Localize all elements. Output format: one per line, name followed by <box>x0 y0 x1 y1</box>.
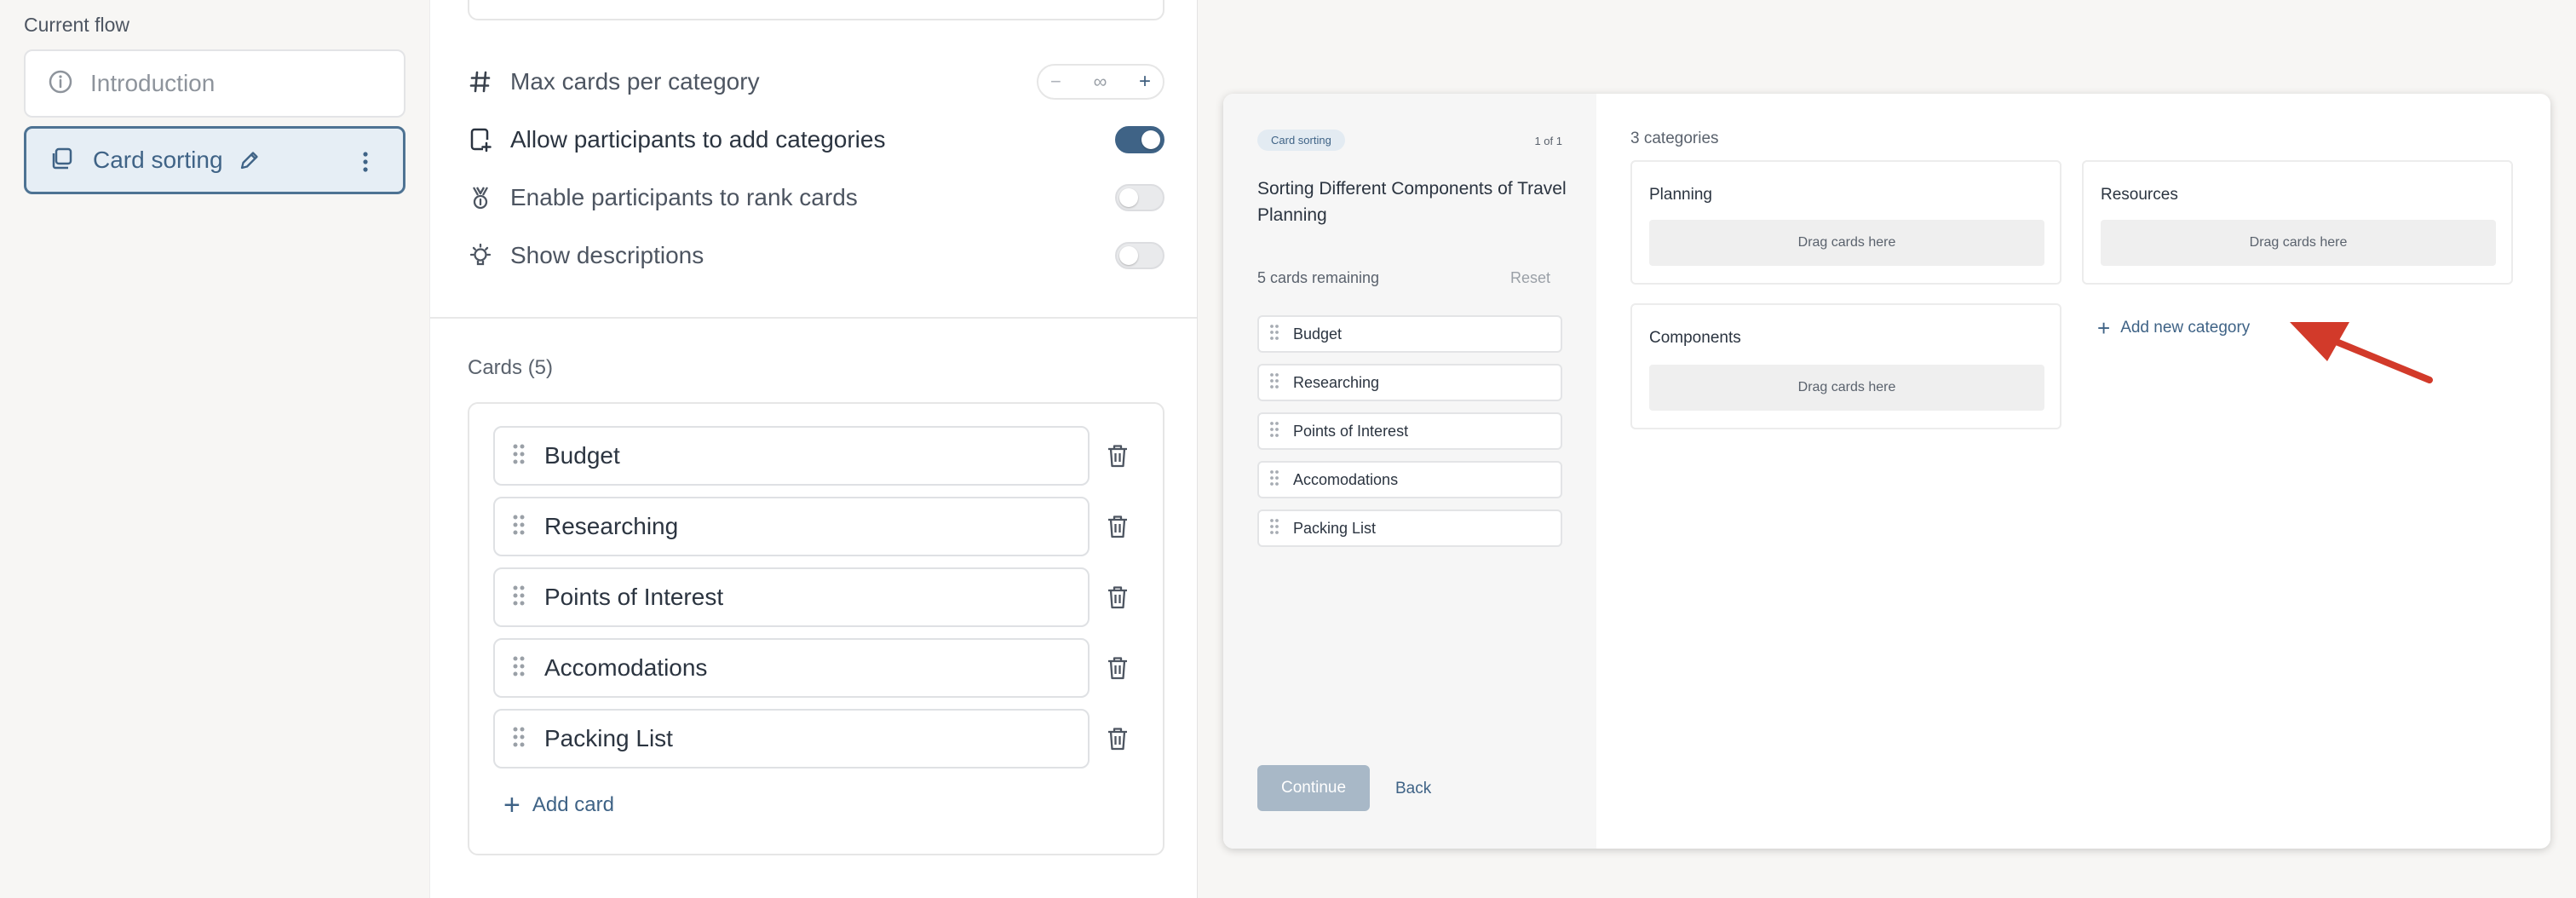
drag-handle-icon[interactable] <box>1269 469 1279 491</box>
cards-remaining: 5 cards remaining <box>1257 269 1380 286</box>
annotation-arrow <box>2290 322 2433 383</box>
add-new-category-label: Add new category <box>2120 319 2251 337</box>
drop-zone[interactable]: Drag cards here <box>1649 220 2044 266</box>
trash-icon[interactable] <box>1103 511 1132 542</box>
cards-header: Cards (5) <box>468 356 554 379</box>
card-row[interactable]: Budget <box>493 426 1090 486</box>
decrement-button[interactable]: − <box>1050 71 1061 93</box>
back-button[interactable]: Back <box>1395 780 1431 798</box>
preview-task-title: Sorting Different Components of Travel P… <box>1257 179 1567 225</box>
add-new-category-button[interactable]: + Add new category <box>2097 317 2250 339</box>
flow-item-card-sorting[interactable]: Card sorting <box>24 126 405 194</box>
add-category-icon <box>468 127 493 153</box>
card-label[interactable]: Budget <box>544 442 620 469</box>
drag-handle-icon[interactable] <box>512 655 526 682</box>
section-divider <box>430 317 1197 319</box>
add-card-label: Add card <box>532 793 614 816</box>
preview-cards-panel: Card sorting 1 of 1 Sorting Different Co… <box>1223 94 1596 849</box>
block-type-badge: Card sorting <box>1257 130 1345 151</box>
increment-button[interactable]: + <box>1139 70 1151 94</box>
category-planning: Planning Drag cards here <box>1630 160 2061 285</box>
category-name: Planning <box>1649 186 1712 204</box>
preview-card[interactable]: Packing List <box>1257 509 1562 547</box>
preview-card-label: Points of Interest <box>1293 422 1409 440</box>
more-options-icon[interactable] <box>362 151 369 173</box>
medal-icon <box>468 185 493 210</box>
category-name: Resources <box>2101 186 2178 204</box>
allow-add-categories-setting: Allow participants to add categories <box>468 119 1164 160</box>
flow-title: Current flow <box>24 14 129 36</box>
card-row[interactable]: Points of Interest <box>493 567 1090 627</box>
card-row[interactable]: Packing List <box>493 709 1090 768</box>
lightbulb-icon <box>468 243 493 268</box>
reset-button[interactable]: Reset <box>1510 269 1550 287</box>
plus-icon: + <box>503 789 520 821</box>
card-label[interactable]: Points of Interest <box>544 584 723 611</box>
category-name: Components <box>1649 329 1741 347</box>
show-descriptions-label: Show descriptions <box>510 242 704 268</box>
preview-card[interactable]: Accomodations <box>1257 461 1562 498</box>
flow-item-label: Introduction <box>90 70 216 96</box>
copy-icon <box>49 146 74 176</box>
allow-add-categories-label: Allow participants to add categories <box>510 126 886 153</box>
drop-zone[interactable]: Drag cards here <box>1649 365 2044 411</box>
drag-handle-icon[interactable] <box>512 443 526 469</box>
preview-card-label: Researching <box>1293 373 1380 391</box>
drag-handle-icon[interactable] <box>512 514 526 540</box>
preview-card[interactable]: Researching <box>1257 364 1562 401</box>
max-cards-setting: Max cards per category − ∞ + <box>468 61 1164 102</box>
max-cards-stepper[interactable]: − ∞ + <box>1037 64 1164 100</box>
preview-card[interactable]: Points of Interest <box>1257 412 1562 450</box>
flow-item-introduction[interactable]: Introduction <box>24 49 405 118</box>
max-cards-value[interactable]: ∞ <box>1094 71 1107 93</box>
cards-list: Budget Researching Points of Interest Ac… <box>468 402 1164 855</box>
rank-cards-label: Enable participants to rank cards <box>510 184 858 210</box>
trash-icon[interactable] <box>1103 440 1132 471</box>
participant-preview: Card sorting 1 of 1 Sorting Different Co… <box>1223 94 2550 849</box>
category-components: Components Drag cards here <box>1630 303 2061 429</box>
show-descriptions-setting: Show descriptions <box>468 235 1164 276</box>
card-row[interactable]: Researching <box>493 497 1090 556</box>
add-card-button[interactable]: + Add card <box>503 791 614 820</box>
preview-card[interactable]: Budget <box>1257 315 1562 353</box>
hash-icon <box>468 70 493 94</box>
description-input[interactable] <box>468 0 1164 20</box>
drag-handle-icon[interactable] <box>512 726 526 752</box>
card-label[interactable]: Packing List <box>544 725 673 752</box>
pencil-icon[interactable] <box>239 149 261 171</box>
preview-card-label: Budget <box>1293 325 1343 343</box>
rank-cards-setting: Enable participants to rank cards <box>468 177 1164 218</box>
preview-card-label: Packing List <box>1293 519 1377 537</box>
category-resources: Resources Drag cards here <box>2082 160 2513 285</box>
flow-panel: Current flow Introduction Card sorting <box>0 0 429 898</box>
drag-handle-icon[interactable] <box>1269 372 1279 394</box>
info-icon <box>48 69 73 99</box>
preview-card-label: Accomodations <box>1293 470 1399 488</box>
drag-handle-icon[interactable] <box>1269 518 1279 539</box>
drag-handle-icon[interactable] <box>1269 324 1279 345</box>
flow-item-label: Card sorting <box>93 147 223 173</box>
drag-handle-icon[interactable] <box>512 584 526 611</box>
trash-icon[interactable] <box>1103 723 1132 754</box>
plus-icon: + <box>2097 315 2111 341</box>
card-label[interactable]: Researching <box>544 513 678 540</box>
trash-icon[interactable] <box>1103 582 1132 613</box>
categories-count: 3 categories <box>1630 130 1719 147</box>
drop-zone[interactable]: Drag cards here <box>2101 220 2496 266</box>
max-cards-label: Max cards per category <box>510 68 760 95</box>
show-descriptions-toggle[interactable] <box>1115 242 1164 269</box>
allow-add-categories-toggle[interactable] <box>1115 126 1164 153</box>
card-row[interactable]: Accomodations <box>493 638 1090 698</box>
continue-button[interactable]: Continue <box>1257 765 1370 811</box>
rank-cards-toggle[interactable] <box>1115 184 1164 211</box>
drag-handle-icon[interactable] <box>1269 421 1279 442</box>
trash-icon[interactable] <box>1103 653 1132 683</box>
settings-panel: Max cards per category − ∞ + Allow parti… <box>429 0 1198 898</box>
step-counter: 1 of 1 <box>1534 135 1562 147</box>
card-label[interactable]: Accomodations <box>544 654 707 682</box>
